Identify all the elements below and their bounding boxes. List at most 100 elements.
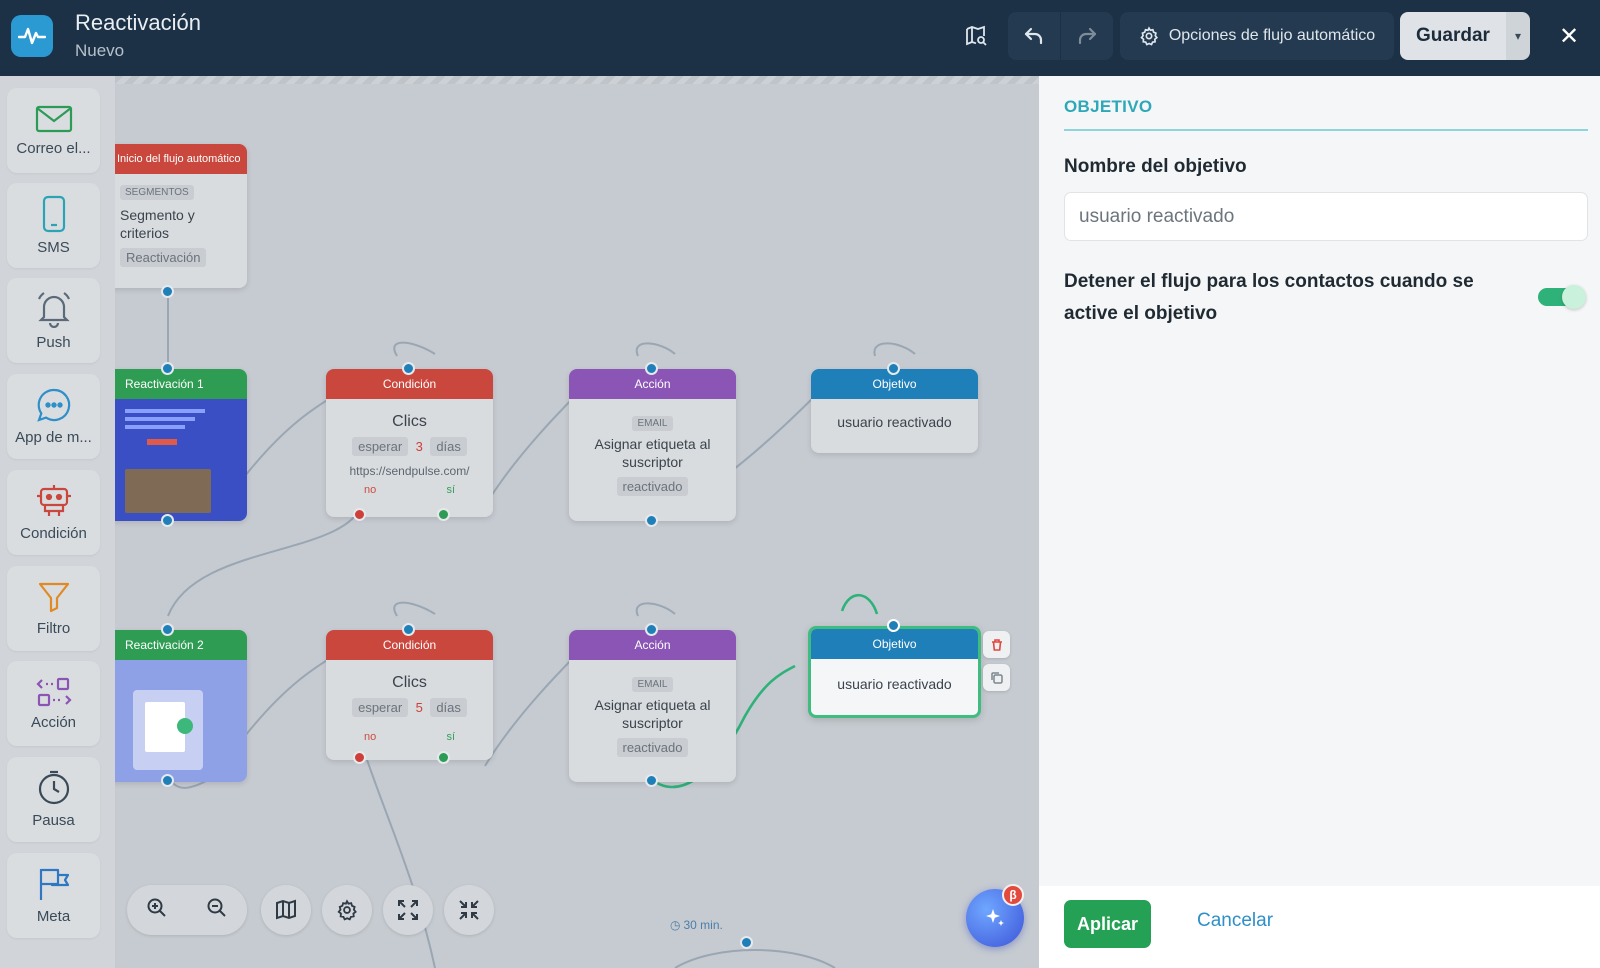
cancel-button[interactable]: Cancelar <box>1197 910 1273 932</box>
action-title: Asignar etiqueta al suscriptor <box>594 697 711 731</box>
sidebar-item-condition[interactable]: Condición <box>7 470 100 555</box>
sidebar-item-sms[interactable]: SMS <box>7 183 100 268</box>
action-node-2[interactable]: Acción EMAIL Asignar etiqueta al suscrip… <box>569 630 736 782</box>
email-tag: EMAIL <box>632 416 673 431</box>
connector-port[interactable] <box>887 619 900 632</box>
sidebar-item-label: App de m... <box>15 429 92 446</box>
connector-port[interactable] <box>161 623 174 636</box>
flow-options-button[interactable]: Opciones de flujo automático <box>1120 12 1394 60</box>
map-search-icon <box>966 25 987 46</box>
sidebar-item-pause[interactable]: Pausa <box>7 757 100 842</box>
sidebar-item-filter[interactable]: Filtro <box>7 566 100 651</box>
goal-node-2-selected[interactable]: Objetivo usuario reactivado <box>808 626 981 718</box>
delete-node-button[interactable] <box>983 631 1010 658</box>
sidebar-item-goal[interactable]: Meta <box>7 853 100 938</box>
redo-button[interactable] <box>1061 12 1113 60</box>
branch-yes-label: sí <box>446 731 455 743</box>
condition-title: Clics <box>392 413 427 430</box>
segment-chip: Reactivación <box>120 248 207 267</box>
connector-port[interactable] <box>740 936 753 949</box>
gear-icon <box>337 899 357 921</box>
undo-icon <box>1024 27 1043 45</box>
sidebar-item-label: Correo el... <box>16 140 91 157</box>
connection-lines <box>167 291 916 968</box>
tag-chip: reactivado <box>616 477 689 496</box>
connector-port[interactable] <box>161 285 174 298</box>
branch-no-port[interactable] <box>353 751 366 764</box>
sidebar-item-messenger[interactable]: App de m... <box>7 374 100 459</box>
zoom-in-button[interactable] <box>146 897 168 924</box>
branch-no-label: no <box>364 731 377 743</box>
sidebar-item-push[interactable]: Push <box>7 278 100 363</box>
canvas-settings-button[interactable] <box>322 885 372 935</box>
sidebar-item-label: SMS <box>37 239 70 256</box>
bell-icon <box>37 292 70 328</box>
stop-flow-toggle[interactable] <box>1538 285 1586 309</box>
save-button[interactable]: Guardar <box>1400 12 1506 60</box>
branch-no-port[interactable] <box>353 508 366 521</box>
redo-icon <box>1078 27 1097 45</box>
flow-start-node[interactable]: Inicio del flujo automático SEGMENTOS Se… <box>115 144 247 288</box>
goal-node-1[interactable]: Objetivo usuario reactivado <box>811 369 978 453</box>
zoom-controls <box>127 885 247 935</box>
action-node-1[interactable]: Acción EMAIL Asignar etiqueta al suscrip… <box>569 369 736 521</box>
condition-node-1[interactable]: Condición Clics esperar 3 días https://s… <box>326 369 493 517</box>
email-node-2[interactable]: Reactivación 2 <box>115 630 247 782</box>
map-view-button[interactable] <box>956 12 996 60</box>
connector-port[interactable] <box>887 362 900 375</box>
phone-icon <box>42 195 65 233</box>
apply-button[interactable]: Aplicar <box>1064 900 1151 948</box>
connector-port[interactable] <box>402 362 415 375</box>
guide-button[interactable] <box>261 885 311 935</box>
connector-port[interactable] <box>645 362 658 375</box>
branch-yes-port[interactable] <box>437 751 450 764</box>
node-header: Reactivación 2 <box>115 630 247 660</box>
close-icon: ✕ <box>1558 22 1580 50</box>
condition-node-2[interactable]: Condición Clics esperar 5 días no sí <box>326 630 493 760</box>
chevron-down-icon: ▾ <box>1514 29 1522 43</box>
node-header: Inicio del flujo automático <box>115 144 247 174</box>
save-dropdown-button[interactable]: ▾ <box>1506 12 1530 60</box>
connector-port[interactable] <box>645 514 658 527</box>
node-header: Reactivación 1 <box>115 369 247 399</box>
connector-port[interactable] <box>402 623 415 636</box>
clock-icon: ◷ <box>670 918 681 932</box>
panel-footer: Aplicar Cancelar <box>1039 886 1600 968</box>
email-tag: EMAIL <box>632 677 673 692</box>
sidebar-item-action[interactable]: Acción <box>7 661 100 746</box>
trash-icon <box>991 638 1002 651</box>
wait-unit: días <box>430 437 467 456</box>
wait-label: esperar <box>352 698 409 717</box>
goal-name-label: Nombre del objetivo <box>1064 156 1247 177</box>
sidebar-item-label: Meta <box>36 908 71 925</box>
flow-status: Nuevo <box>75 41 125 60</box>
book-icon <box>276 899 296 920</box>
wait-days-number: 3 <box>415 439 423 454</box>
pause-timer: ◷ 30 min. <box>670 918 723 932</box>
email-node-1[interactable]: Reactivación 1 <box>115 369 247 521</box>
connector-port[interactable] <box>645 623 658 636</box>
connector-port[interactable] <box>161 774 174 787</box>
goal-name-input[interactable] <box>1064 192 1588 241</box>
stop-flow-label: Detener el flujo para los contactos cuan… <box>1064 271 1474 324</box>
undo-button[interactable] <box>1008 12 1060 60</box>
connector-port[interactable] <box>161 514 174 527</box>
beta-badge: β <box>1002 884 1024 906</box>
zoom-out-button[interactable] <box>206 897 228 924</box>
expand-button[interactable] <box>383 885 433 935</box>
flow-title: Reactivación <box>75 10 201 35</box>
panel-section-title: OBJETIVO <box>1064 97 1153 116</box>
close-button[interactable]: ✕ <box>1549 12 1589 60</box>
connector-port[interactable] <box>161 362 174 375</box>
sidebar-item-email[interactable]: Correo el... <box>7 88 100 173</box>
collapse-button[interactable] <box>444 885 494 935</box>
pulse-logo-icon <box>11 15 53 57</box>
flow-canvas[interactable]: Inicio del flujo automático SEGMENTOS Se… <box>115 76 1039 968</box>
branch-yes-port[interactable] <box>437 508 450 521</box>
connector-port[interactable] <box>645 774 658 787</box>
copy-icon <box>990 671 1003 684</box>
duplicate-node-button[interactable] <box>983 664 1010 691</box>
wait-unit: días <box>430 698 467 717</box>
condition-title: Clics <box>392 674 427 691</box>
tag-chip: reactivado <box>616 738 689 757</box>
